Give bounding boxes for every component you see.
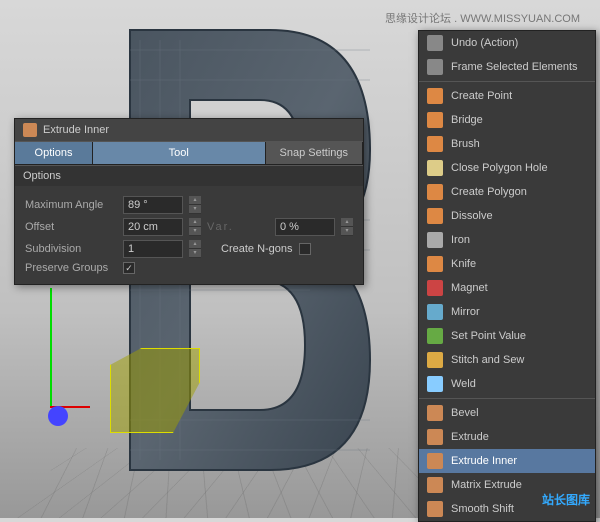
- menu-item-magnet[interactable]: Magnet: [419, 276, 595, 300]
- matrix-icon: [427, 477, 443, 493]
- weld-icon: [427, 376, 443, 392]
- context-menu: Undo (Action) Frame Selected Elements Crea…: [418, 30, 596, 522]
- smooth-icon: [427, 501, 443, 517]
- menu-item-label: Undo (Action): [451, 37, 518, 49]
- menu-item-undo-action-[interactable]: Undo (Action): [419, 31, 595, 55]
- menu-item-label: Matrix Extrude: [451, 479, 522, 491]
- extrude-inner-panel: Extrude Inner Options Tool Snap Settings…: [14, 118, 364, 285]
- close-icon: [427, 160, 443, 176]
- preserve-groups-label: Preserve Groups: [25, 262, 117, 274]
- menu-item-label: Magnet: [451, 282, 488, 294]
- tab-snap-settings[interactable]: Snap Settings: [266, 142, 364, 164]
- menu-separator: [419, 398, 595, 399]
- menu-item-knife[interactable]: Knife: [419, 252, 595, 276]
- create-ngons-checkbox[interactable]: [299, 243, 311, 255]
- menu-item-weld[interactable]: Weld: [419, 372, 595, 396]
- options-body: Maximum Angle 89 ° ▴▾ Offset 20 cm ▴▾ Va…: [15, 186, 363, 284]
- menu-item-label: Mirror: [451, 306, 480, 318]
- tab-options[interactable]: Options: [15, 142, 93, 164]
- axis-y[interactable]: [50, 288, 52, 408]
- undo-icon: [427, 35, 443, 51]
- menu-item-frame-selected-elements[interactable]: Frame Selected Elements: [419, 55, 595, 79]
- menu-item-mirror[interactable]: Mirror: [419, 300, 595, 324]
- var-input[interactable]: 0 %: [275, 218, 335, 236]
- stitch-icon: [427, 352, 443, 368]
- dissolve-icon: [427, 208, 443, 224]
- panel-tabs: Options Tool Snap Settings: [15, 142, 363, 165]
- bridge-icon: [427, 112, 443, 128]
- brush-icon: [427, 136, 443, 152]
- setpoint-icon: [427, 328, 443, 344]
- extrude-inner-icon: [23, 123, 37, 137]
- watermark-top: 思缘设计论坛 . WWW.MISSYUAN.COM: [385, 10, 580, 26]
- menu-item-extrude-inner[interactable]: Extrude Inner: [419, 449, 595, 473]
- menu-item-label: Brush: [451, 138, 480, 150]
- menu-item-create-point[interactable]: Create Point: [419, 84, 595, 108]
- max-angle-spinner[interactable]: ▴▾: [189, 196, 201, 214]
- frame-icon: [427, 59, 443, 75]
- menu-item-label: Dissolve: [451, 210, 493, 222]
- section-options: Options: [15, 165, 363, 186]
- menu-item-label: Bridge: [451, 114, 483, 126]
- subdivision-input[interactable]: 1: [123, 240, 183, 258]
- offset-input[interactable]: 20 cm: [123, 218, 183, 236]
- menu-item-bridge[interactable]: Bridge: [419, 108, 595, 132]
- poly-icon: [427, 184, 443, 200]
- axis-gizmo[interactable]: [30, 368, 90, 428]
- knife-icon: [427, 256, 443, 272]
- menu-item-brush[interactable]: Brush: [419, 132, 595, 156]
- extrude-inner-icon: [427, 453, 443, 469]
- menu-item-label: Weld: [451, 378, 476, 390]
- menu-item-label: Stitch and Sew: [451, 354, 524, 366]
- bevel-icon: [427, 405, 443, 421]
- menu-item-bevel[interactable]: Bevel: [419, 401, 595, 425]
- menu-item-label: Frame Selected Elements: [451, 61, 578, 73]
- axis-z[interactable]: [48, 406, 68, 426]
- max-angle-input[interactable]: 89 °: [123, 196, 183, 214]
- menu-item-label: Bevel: [451, 407, 479, 419]
- var-spinner[interactable]: ▴▾: [341, 218, 353, 236]
- watermark-bottom: 站长图库: [542, 491, 590, 508]
- panel-titlebar[interactable]: Extrude Inner: [15, 119, 363, 142]
- tab-tool[interactable]: Tool: [93, 142, 266, 164]
- menu-item-extrude[interactable]: Extrude: [419, 425, 595, 449]
- max-angle-label: Maximum Angle: [25, 199, 117, 211]
- iron-icon: [427, 232, 443, 248]
- panel-title-text: Extrude Inner: [43, 124, 109, 136]
- point-icon: [427, 88, 443, 104]
- menu-item-label: Close Polygon Hole: [451, 162, 548, 174]
- create-ngons-label: Create N-gons: [221, 243, 293, 255]
- menu-item-dissolve[interactable]: Dissolve: [419, 204, 595, 228]
- magnet-icon: [427, 280, 443, 296]
- menu-item-stitch-and-sew[interactable]: Stitch and Sew: [419, 348, 595, 372]
- menu-item-close-polygon-hole[interactable]: Close Polygon Hole: [419, 156, 595, 180]
- offset-label: Offset: [25, 221, 117, 233]
- menu-item-set-point-value[interactable]: Set Point Value: [419, 324, 595, 348]
- menu-separator: [419, 81, 595, 82]
- subdivision-spinner[interactable]: ▴▾: [189, 240, 201, 258]
- menu-item-create-polygon[interactable]: Create Polygon: [419, 180, 595, 204]
- menu-item-label: Create Point: [451, 90, 512, 102]
- preserve-groups-checkbox[interactable]: ✓: [123, 262, 135, 274]
- menu-item-label: Knife: [451, 258, 476, 270]
- menu-item-iron[interactable]: Iron: [419, 228, 595, 252]
- subdivision-label: Subdivision: [25, 243, 117, 255]
- menu-item-label: Create Polygon: [451, 186, 527, 198]
- menu-item-label: Extrude: [451, 431, 489, 443]
- menu-item-label: Iron: [451, 234, 470, 246]
- extrude-icon: [427, 429, 443, 445]
- menu-item-label: Smooth Shift: [451, 503, 514, 515]
- menu-item-label: Extrude Inner: [451, 455, 517, 467]
- mirror-icon: [427, 304, 443, 320]
- offset-spinner[interactable]: ▴▾: [189, 218, 201, 236]
- var-label: Var.: [207, 221, 269, 233]
- menu-item-label: Set Point Value: [451, 330, 526, 342]
